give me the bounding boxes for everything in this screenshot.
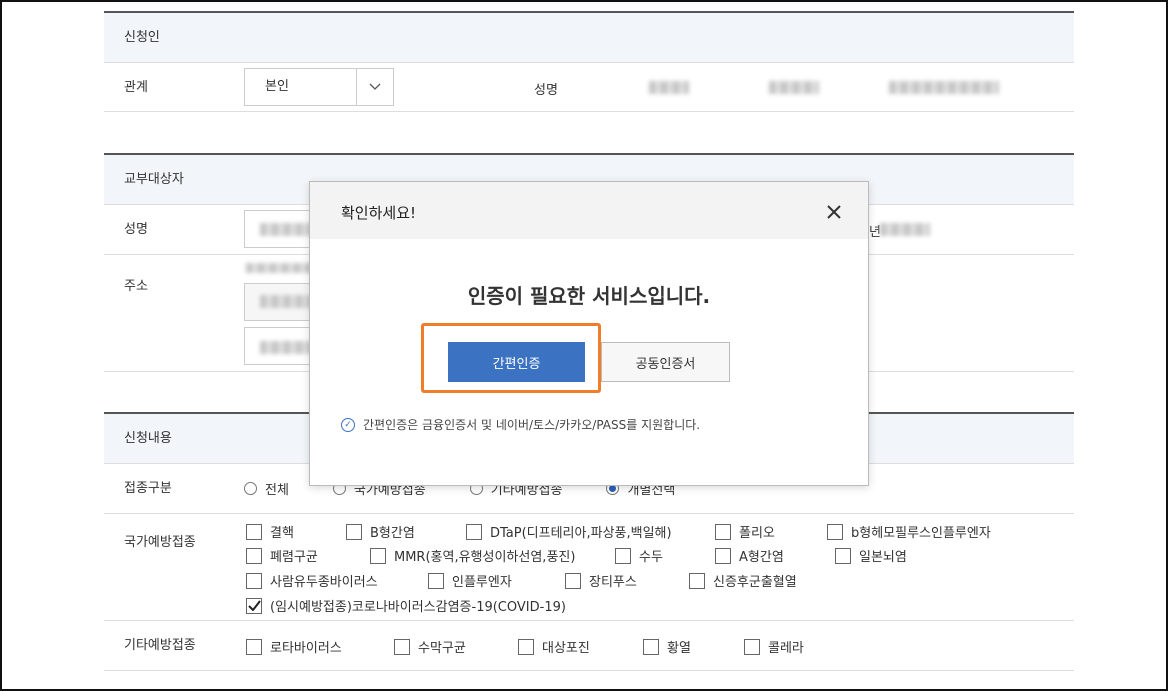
radio-label: 전체 — [265, 483, 289, 498]
checkbox-label: A형간염 — [739, 550, 784, 565]
checkbox-box — [428, 572, 444, 589]
modal-note-text: 간편인증은 금융인증서 및 네이버/토스/카카오/PASS를 지원합니다. — [363, 418, 701, 432]
checkbox-box — [744, 638, 760, 655]
auth-required-modal: 확인하세요! 인증이 필요한 서비스입니다. 간편인증 공동인증서 ✓ 간편인증… — [309, 181, 869, 486]
checkbox-hepatitis-a[interactable]: A형간염 — [715, 546, 784, 565]
checkbox-box — [565, 572, 581, 589]
applicant-section: 신청인 관계 본인 성명 — [104, 11, 1074, 112]
checkbox-label: 로타바이러스 — [270, 641, 342, 656]
chevron-down-icon — [356, 69, 393, 105]
checkbox-box — [466, 523, 482, 540]
certificate-auth-button[interactable]: 공동인증서 — [601, 342, 730, 382]
checkbox-pneumococcal[interactable]: 폐렴구균 — [246, 546, 318, 565]
checkbox-japanese-encephalitis[interactable]: 일본뇌염 — [835, 546, 907, 565]
checkbox-hfrs[interactable]: 신증후군출혈열 — [689, 571, 797, 590]
checkbox-dtap[interactable]: DTaP(디프테리아,파상풍,백일해) — [466, 522, 672, 541]
checkbox-influenza[interactable]: 인플루엔자 — [428, 571, 512, 590]
checkbox-box — [346, 523, 362, 540]
modal-message: 인증이 필요한 서비스입니다. — [467, 284, 711, 308]
checkbox-typhoid[interactable]: 장티푸스 — [565, 571, 637, 590]
modal-header: 확인하세요! — [310, 182, 868, 239]
relation-select-value: 본인 — [265, 79, 289, 94]
modal-note: ✓ 간편인증은 금융인증서 및 네이버/토스/카카오/PASS를 지원합니다. — [341, 416, 700, 433]
checkbox-label: DTaP(디프테리아,파상풍,백일해) — [490, 526, 672, 541]
checkbox-label: 일본뇌염 — [859, 550, 907, 565]
checkbox-label: 신증후군출혈열 — [713, 575, 797, 590]
modal-title: 확인하세요! — [341, 204, 417, 222]
checkbox-label: 폐렴구균 — [270, 550, 318, 565]
checkbox-hib[interactable]: b형헤모필루스인플루엔자 — [827, 522, 991, 541]
checkbox-label: 장티푸스 — [589, 575, 637, 590]
section-header: 신청인 — [104, 13, 1074, 63]
checkbox-cholera[interactable]: 콜레라 — [744, 637, 804, 656]
checkbox-box — [370, 547, 386, 564]
checkbox-hepatitis-b[interactable]: B형간염 — [346, 522, 415, 541]
checkbox-box — [246, 638, 262, 655]
checkbox-label: 콜레라 — [768, 641, 804, 656]
checkbox-label: 수막구균 — [418, 641, 466, 656]
checkbox-label: 사람유두종바이러스 — [270, 575, 378, 590]
checkbox-box — [827, 523, 843, 540]
relation-value-cell: 본인 성명 — [224, 63, 1074, 111]
checkbox-label: b형헤모필루스인플루엔자 — [851, 526, 991, 541]
checkbox-yellow-fever[interactable]: 황열 — [643, 637, 691, 656]
vaccine-type-label: 접종구분 — [124, 481, 172, 496]
checkbox-label: 결핵 — [270, 526, 294, 541]
relation-label: 관계 — [124, 80, 148, 95]
national-vaccine-label: 국가예방접종 — [124, 535, 196, 550]
redacted-value — [880, 223, 930, 236]
checkbox-label: 수두 — [639, 550, 663, 565]
checkbox-box — [394, 638, 410, 655]
check-circle-icon: ✓ — [341, 417, 355, 432]
checkbox-polio[interactable]: 폴리오 — [715, 522, 775, 541]
checkbox-label: 대상포진 — [542, 641, 590, 656]
checkbox-box — [715, 523, 731, 540]
checkbox-box — [246, 547, 262, 564]
checkbox-box — [835, 547, 851, 564]
checkbox-box — [615, 547, 631, 564]
checkbox-box — [715, 547, 731, 564]
applicant-name-label: 성명 — [534, 83, 558, 98]
checkbox-hpv[interactable]: 사람유두종바이러스 — [246, 571, 378, 590]
checkbox-label: B형간염 — [370, 526, 415, 541]
checkbox-box — [246, 523, 262, 540]
checkbox-varicella[interactable]: 수두 — [615, 546, 663, 565]
checkbox-covid19[interactable]: (임시예방접종)코로나바이러스감염증-19(COVID-19) — [246, 596, 566, 615]
checkbox-shingles[interactable]: 대상포진 — [518, 637, 590, 656]
checkbox-label: (임시예방접종)코로나바이러스감염증-19(COVID-19) — [270, 600, 566, 615]
redacted-name — [769, 81, 819, 94]
address-label: 주소 — [104, 255, 224, 371]
radio-all[interactable]: 전체 — [244, 479, 289, 498]
checkbox-mmr[interactable]: MMR(홍역,유행성이하선염,풍진) — [370, 546, 575, 565]
recipient-name-label: 성명 — [124, 222, 148, 237]
checkbox-box — [518, 638, 534, 655]
national-vaccine-list: 결핵 B형간염 DTaP(디프테리아,파상풍,백일해) 폴리오 b형헤모필루스인… — [224, 514, 1074, 620]
radio-circle — [244, 482, 257, 495]
simple-auth-button[interactable]: 간편인증 — [448, 342, 585, 382]
checkbox-label: 폴리오 — [739, 526, 775, 541]
other-vaccine-row: 기타예방접종 로타바이러스 수막구균 대상포진 황열 콜레라 — [104, 621, 1074, 671]
relation-row: 관계 본인 성명 — [104, 63, 1074, 112]
checkbox-box — [643, 638, 659, 655]
close-icon[interactable] — [826, 196, 842, 225]
redacted-name — [889, 81, 999, 94]
checkbox-rotavirus[interactable]: 로타바이러스 — [246, 637, 342, 656]
checkbox-label: 인플루엔자 — [452, 575, 512, 590]
checkbox-box-checked — [246, 597, 262, 614]
checkbox-box — [689, 572, 705, 589]
checkbox-box — [246, 572, 262, 589]
relation-select[interactable]: 본인 — [244, 68, 394, 106]
checkbox-tuberculosis[interactable]: 결핵 — [246, 522, 294, 541]
checkbox-label: 황열 — [667, 641, 691, 656]
checkbox-label: MMR(홍역,유행성이하선염,풍진) — [394, 550, 576, 565]
checkbox-meningococcal[interactable]: 수막구균 — [394, 637, 466, 656]
redacted-name — [649, 81, 689, 94]
other-vaccine-label: 기타예방접종 — [124, 638, 196, 653]
other-vaccine-list: 로타바이러스 수막구균 대상포진 황열 콜레라 — [224, 621, 1074, 670]
national-vaccine-row: 국가예방접종 결핵 B형간염 DTaP(디프테리아,파상풍,백일해) 폴리오 b… — [104, 514, 1074, 621]
